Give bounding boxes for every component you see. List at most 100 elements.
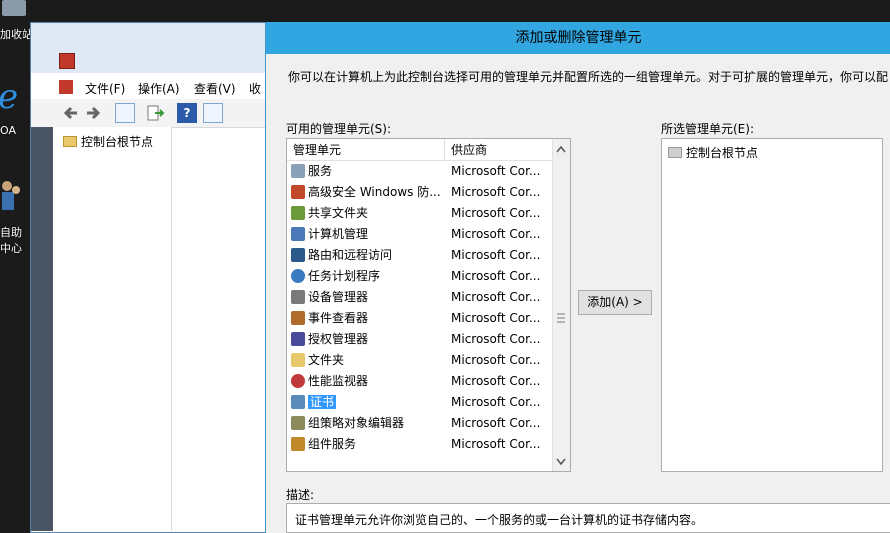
snapin-row[interactable]: 任务计划程序 Microsoft Cor...: [287, 266, 552, 287]
snapin-name: 共享文件夹: [308, 206, 369, 220]
console-tree-pane: 控制台根节点: [53, 127, 172, 531]
snapin-row[interactable]: 设备管理器 Microsoft Cor...: [287, 287, 552, 308]
selected-snapins-list[interactable]: 控制台根节点: [661, 138, 883, 472]
snapin-name-cell: 设备管理器: [291, 287, 445, 308]
description-box: 证书管理单元允许你浏览自己的、一个服务的或一台计算机的证书存储内容。: [286, 503, 890, 533]
snapin-row[interactable]: 计算机管理 Microsoft Cor...: [287, 224, 552, 245]
snapin-name: 证书: [308, 395, 337, 409]
desktop-icon-label: 自助: [0, 226, 22, 239]
tree-root-label: 控制台根节点: [81, 135, 154, 149]
recycle-bin-icon[interactable]: [2, 0, 26, 16]
users-icon[interactable]: [0, 176, 22, 216]
snapin-name-cell: 服务: [291, 161, 445, 182]
column-header-snapin[interactable]: 管理单元: [287, 139, 445, 161]
snapin-row[interactable]: 组件服务 Microsoft Cor...: [287, 434, 552, 455]
dialog-description: 你可以在计算机上为此控制台选择可用的管理单元并配置所选的一组管理单元。对于可扩展…: [288, 70, 889, 84]
snapin-name-cell: 路由和远程访问: [291, 245, 445, 266]
back-arrow-icon[interactable]: [61, 103, 81, 123]
folder-icon: [63, 136, 77, 147]
snapin-row[interactable]: 共享文件夹 Microsoft Cor...: [287, 203, 552, 224]
action-pane-icon[interactable]: [203, 103, 223, 123]
computer-management-icon: [291, 227, 305, 241]
snapin-name: 设备管理器: [308, 290, 369, 304]
desktop-icon-label: 加收站: [0, 28, 33, 41]
event-viewer-icon: [291, 311, 305, 325]
dialog-title-bar[interactable]: 添加或删除管理单元: [266, 22, 890, 54]
selected-item-label: 控制台根节点: [686, 146, 759, 160]
available-snapins-list[interactable]: 管理单元 供应商 服务 Microsoft Cor... 高级安全 Windows …: [286, 138, 571, 472]
folder-icon: [668, 147, 682, 158]
snapin-vendor: Microsoft Cor...: [451, 374, 541, 388]
device-manager-icon: [291, 290, 305, 304]
snapin-row[interactable]: 证书 Microsoft Cor...: [287, 392, 552, 413]
snapin-row[interactable]: 性能监视器 Microsoft Cor...: [287, 371, 552, 392]
snapin-name: 组件服务: [308, 437, 357, 451]
snapin-vendor: Microsoft Cor...: [451, 395, 541, 409]
snapin-vendor: Microsoft Cor...: [451, 311, 541, 325]
snapin-row[interactable]: 授权管理器 Microsoft Cor...: [287, 329, 552, 350]
snapin-vendor: Microsoft Cor...: [451, 437, 541, 451]
mmc-console-window: 文件(F) 操作(A) 查看(V) 收 ? 控制台根节点: [30, 22, 280, 533]
tree-root-node[interactable]: 控制台根节点: [63, 133, 153, 150]
ie-icon[interactable]: e: [0, 77, 24, 118]
snapin-row[interactable]: 事件查看器 Microsoft Cor...: [287, 308, 552, 329]
snapin-vendor: Microsoft Cor...: [451, 353, 541, 367]
mmc-app-icon: [59, 53, 75, 69]
menu-file[interactable]: 文件(F): [85, 80, 125, 97]
console-menu-icon: [59, 80, 73, 94]
clock-icon: [291, 269, 305, 283]
menu-favorites[interactable]: 收: [249, 80, 261, 97]
menu-action[interactable]: 操作(A): [138, 80, 180, 97]
group-policy-icon: [291, 416, 305, 430]
console-toolbar: ?: [31, 99, 279, 128]
scroll-down-icon[interactable]: [553, 453, 569, 469]
console-side-strip: [31, 127, 53, 531]
snapin-row[interactable]: 高级安全 Windows 防... Microsoft Cor...: [287, 182, 552, 203]
snapin-name-cell: 高级安全 Windows 防...: [291, 182, 445, 203]
scroll-up-icon[interactable]: [553, 141, 569, 157]
add-button[interactable]: 添加(A) >: [578, 290, 652, 315]
snapin-name: 组策略对象编辑器: [308, 416, 405, 430]
snapin-name-cell: 计算机管理: [291, 224, 445, 245]
snapin-vendor: Microsoft Cor...: [451, 332, 541, 346]
snapin-vendor: Microsoft Cor...: [451, 164, 541, 178]
selected-item-console-root[interactable]: 控制台根节点: [668, 144, 758, 161]
menu-view[interactable]: 查看(V): [194, 80, 236, 97]
component-services-icon: [291, 437, 305, 451]
snapin-name-cell: 证书: [291, 392, 445, 413]
snapin-vendor: Microsoft Cor...: [451, 269, 541, 283]
available-snapins-label: 可用的管理单元(S):: [286, 122, 392, 136]
desktop-icon-label: 中心: [0, 242, 22, 255]
snapin-vendor: Microsoft Cor...: [451, 227, 541, 241]
snapin-name-cell: 共享文件夹: [291, 203, 445, 224]
column-header-vendor[interactable]: 供应商: [445, 139, 552, 161]
snapin-name-cell: 授权管理器: [291, 329, 445, 350]
snapin-name: 任务计划程序: [308, 269, 381, 283]
scrollbar-thumb[interactable]: [553, 304, 569, 334]
snapin-name-cell: 组件服务: [291, 434, 445, 455]
snapin-row[interactable]: 文件夹 Microsoft Cor...: [287, 350, 552, 371]
certificate-icon: [291, 395, 305, 409]
performance-icon: [291, 374, 305, 388]
add-remove-snapins-dialog: 添加或删除管理单元 你可以在计算机上为此控制台选择可用的管理单元并配置所选的一组…: [265, 22, 890, 533]
snapin-name: 授权管理器: [308, 332, 369, 346]
snapin-row[interactable]: 路由和远程访问 Microsoft Cor...: [287, 245, 552, 266]
snapin-vendor: Microsoft Cor...: [451, 248, 541, 262]
snapin-vendor: Microsoft Cor...: [451, 185, 541, 199]
snapin-name: 事件查看器: [308, 311, 369, 325]
snapin-name: 服务: [308, 164, 333, 178]
snapin-name: 性能监视器: [308, 374, 369, 388]
show-hide-tree-icon[interactable]: [115, 103, 135, 123]
snapin-name: 文件夹: [308, 353, 345, 367]
snapin-name: 计算机管理: [308, 227, 369, 241]
forward-arrow-icon[interactable]: [83, 103, 103, 123]
snapin-vendor: Microsoft Cor...: [451, 206, 541, 220]
help-icon[interactable]: ?: [177, 103, 197, 123]
snapin-name-cell: 性能监视器: [291, 371, 445, 392]
snapin-name-cell: 任务计划程序: [291, 266, 445, 287]
snapin-row[interactable]: 组策略对象编辑器 Microsoft Cor...: [287, 413, 552, 434]
folder-icon: [291, 353, 305, 367]
console-title-bar[interactable]: [31, 23, 279, 73]
export-list-icon[interactable]: [145, 103, 165, 123]
snapin-row[interactable]: 服务 Microsoft Cor...: [287, 161, 552, 182]
